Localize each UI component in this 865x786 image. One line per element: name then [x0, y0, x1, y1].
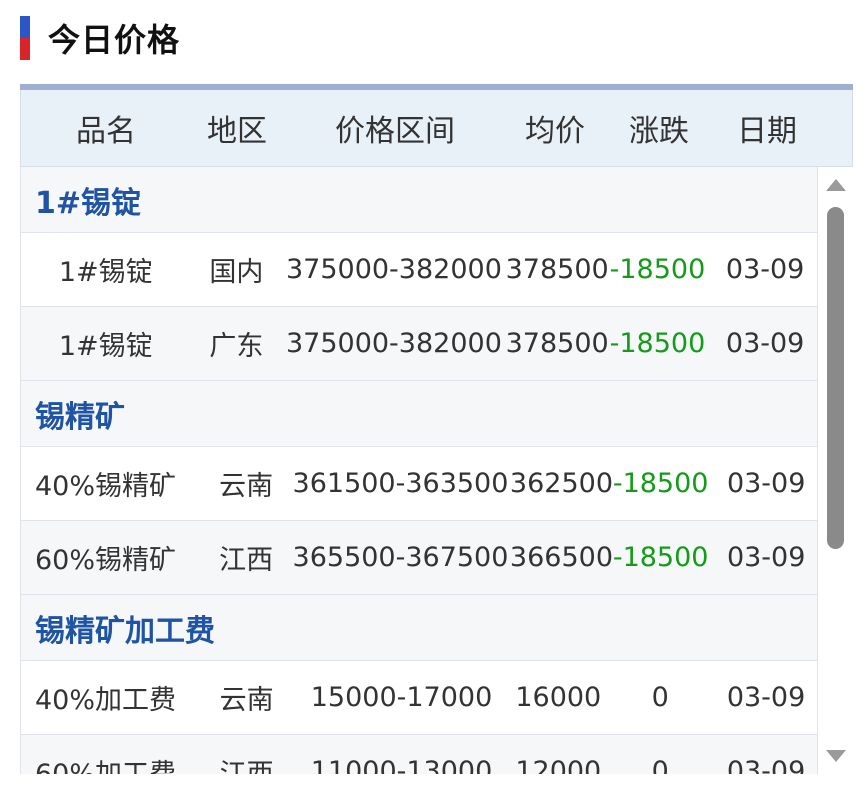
table-row[interactable]: 60%锡精矿 江西 365500-367500 366500 -18500 03… — [20, 521, 818, 595]
section-row: 锡精矿 — [20, 381, 818, 447]
section-label: 锡精矿 — [35, 399, 125, 435]
cell-range: 375000-382000 — [285, 328, 502, 359]
header-name: 品名 — [76, 114, 136, 149]
cell-region: 广东 — [209, 331, 264, 362]
section-label: 锡精矿加工费 — [35, 613, 215, 649]
cell-name: 1#锡锭 — [58, 331, 153, 362]
header-region: 地区 — [207, 114, 267, 149]
cell-avg: 12000 — [515, 756, 602, 774]
cell-change: 0 — [651, 682, 669, 713]
cell-date: 03-09 — [725, 254, 805, 285]
cell-avg: 378500 — [505, 328, 609, 359]
scroll-down-arrow-icon[interactable] — [826, 750, 846, 762]
cell-date: 03-09 — [726, 542, 806, 573]
section-row: 1#锡锭 — [20, 167, 818, 233]
cell-change: -18500 — [612, 468, 709, 499]
title-accent-bar — [20, 16, 30, 60]
cell-region: 云南 — [219, 685, 274, 716]
scroll-up-arrow-icon[interactable] — [826, 179, 846, 191]
cell-name: 60%加工费 — [21, 752, 202, 774]
cell-range: 365500-367500 — [292, 542, 509, 573]
section-label: 1#锡锭 — [35, 185, 142, 221]
cell-name: 1#锡锭 — [58, 257, 153, 288]
price-table-panel: 品名 地区 价格区间 均价 涨跌 日期 1#锡锭 1#锡锭 国内 375000-… — [20, 84, 853, 774]
cell-range: 361500-363500 — [292, 468, 509, 499]
cell-date: 03-09 — [726, 756, 806, 774]
header-date: 日期 — [737, 114, 797, 149]
cell-range: 11000-13000 — [310, 756, 493, 774]
cell-date: 03-09 — [726, 682, 806, 713]
table-row[interactable]: 60%加工费 江西 11000-13000 12000 0 03-09 — [20, 735, 818, 774]
cell-range: 375000-382000 — [285, 254, 502, 285]
cell-date: 03-09 — [725, 328, 805, 359]
header-range: 价格区间 — [335, 114, 455, 149]
vertical-scrollbar[interactable] — [818, 167, 853, 774]
section-row: 锡精矿加工费 — [20, 595, 818, 661]
cell-avg: 366500 — [509, 542, 613, 573]
cell-avg: 378500 — [505, 254, 609, 285]
cell-change: -18500 — [609, 328, 706, 359]
cell-region: 国内 — [209, 257, 264, 288]
header-avg: 均价 — [525, 114, 585, 149]
cell-date: 03-09 — [726, 468, 806, 499]
page-title: 今日价格 — [48, 21, 181, 59]
table-row[interactable]: 1#锡锭 国内 375000-382000 378500 -18500 03-0… — [20, 233, 818, 307]
cell-change: -18500 — [609, 254, 706, 285]
cell-name: 40%锡精矿 — [35, 471, 177, 502]
cell-range: 15000-17000 — [310, 682, 493, 713]
table-row[interactable]: 40%加工费 云南 15000-17000 16000 0 03-09 — [20, 661, 818, 735]
table-row[interactable]: 1#锡锭 广东 375000-382000 378500 -18500 03-0… — [20, 307, 818, 381]
cell-name: 40%加工费 — [35, 685, 177, 716]
table-header: 品名 地区 价格区间 均价 涨跌 日期 — [20, 90, 853, 167]
cell-region: 江西 — [202, 752, 292, 774]
table-body: 1#锡锭 1#锡锭 国内 375000-382000 378500 -18500… — [20, 167, 818, 774]
cell-change: -18500 — [612, 542, 709, 573]
header-change: 涨跌 — [629, 114, 689, 149]
cell-region: 江西 — [219, 545, 274, 576]
page-header: 今日价格 — [20, 16, 180, 60]
table-body-viewport[interactable]: 1#锡锭 1#锡锭 国内 375000-382000 378500 -18500… — [20, 167, 853, 774]
cell-name: 60%锡精矿 — [35, 545, 177, 576]
cell-region: 云南 — [219, 471, 274, 502]
cell-change: 0 — [651, 756, 669, 774]
table-row[interactable]: 40%锡精矿 云南 361500-363500 362500 -18500 03… — [20, 447, 818, 521]
cell-avg: 362500 — [509, 468, 613, 499]
scrollbar-thumb[interactable] — [827, 207, 844, 549]
cell-avg: 16000 — [515, 682, 602, 713]
